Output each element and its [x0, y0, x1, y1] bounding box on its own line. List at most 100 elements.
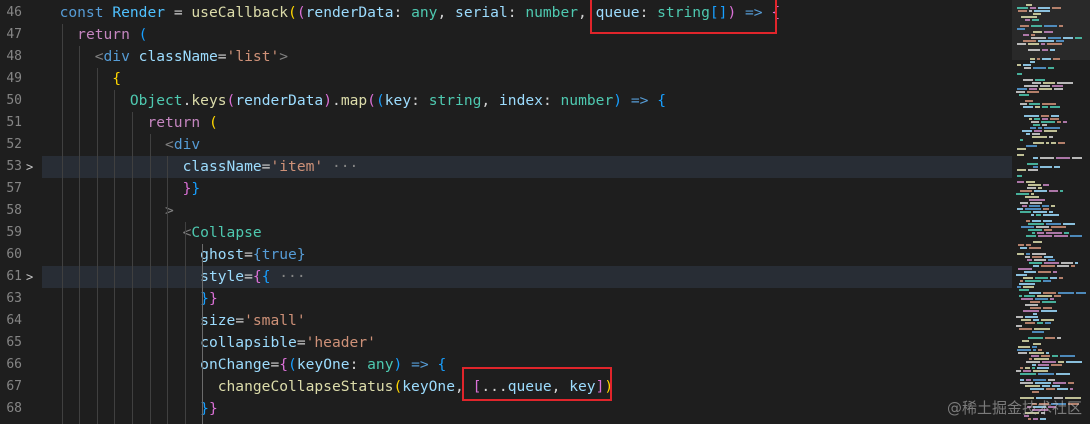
code-token: { — [437, 356, 447, 373]
code-area[interactable]: const Render = useCallback((renderData: … — [42, 0, 1012, 424]
minimap-line — [1032, 82, 1041, 84]
minimap-line — [1041, 121, 1055, 123]
minimap-line — [1072, 157, 1082, 159]
minimap-line — [1057, 337, 1061, 339]
line-number: 48 — [6, 49, 22, 64]
code-token: any — [411, 4, 438, 21]
minimap-line — [1046, 388, 1055, 390]
code-token: . — [332, 92, 341, 109]
minimap-line — [1020, 247, 1027, 249]
minimap-line — [1032, 391, 1039, 393]
minimap-line — [1063, 37, 1073, 39]
minimap-line — [1023, 79, 1033, 81]
minimap-line — [1070, 388, 1073, 390]
code-line[interactable]: return ( — [42, 24, 1012, 46]
code-line[interactable]: size='small' — [42, 310, 1012, 332]
minimap-line — [1057, 121, 1061, 123]
minimap-line — [1025, 280, 1041, 282]
minimap-line — [1032, 19, 1039, 21]
minimap-line — [1037, 58, 1040, 60]
line-number: 63 — [6, 291, 22, 306]
minimap-line — [1025, 256, 1030, 258]
minimap-line — [1059, 25, 1063, 27]
fold-chevron-icon[interactable]: > — [26, 266, 36, 288]
code-line[interactable]: }} — [42, 398, 1012, 420]
minimap-line — [1050, 106, 1060, 108]
code-line[interactable]: <Collapse — [42, 222, 1012, 244]
minimap-line — [1037, 232, 1044, 234]
code-token: true — [261, 246, 297, 263]
minimap-line — [1019, 328, 1032, 330]
code-line[interactable]: const Render = useCallback((renderData: … — [42, 2, 1012, 24]
indent-guide — [96, 68, 98, 424]
minimap-line — [1044, 256, 1053, 258]
watermark: @稀土掘金技术社区 — [946, 399, 1082, 417]
code-token: > — [279, 48, 289, 65]
code-line[interactable]: > — [42, 200, 1012, 222]
minimap-line — [1016, 274, 1027, 276]
minimap-line — [1054, 295, 1061, 297]
line-number: 60 — [6, 247, 22, 262]
minimap-line — [1025, 385, 1040, 387]
code-line[interactable]: return ( — [42, 112, 1012, 134]
code-line[interactable]: { — [42, 68, 1012, 90]
minimap-line — [1025, 196, 1039, 198]
code-token: renderData — [305, 4, 394, 21]
code-line[interactable]: Object.keys(renderData).map((key: string… — [42, 90, 1012, 112]
code-line[interactable]: ghost={true} — [42, 244, 1012, 266]
minimap-line — [1043, 220, 1052, 222]
minimap-line — [1042, 58, 1051, 60]
code-line[interactable]: style={{ ··· — [42, 266, 1012, 288]
code-token: ··· — [270, 268, 306, 285]
minimap-line — [1033, 31, 1042, 33]
code-line[interactable]: className='item' ··· — [42, 156, 1012, 178]
minimap-line — [1049, 190, 1058, 192]
minimap-line — [1020, 382, 1033, 384]
minimap-line — [1023, 310, 1039, 312]
minimap-line — [1034, 190, 1047, 192]
minimap-line — [1033, 379, 1046, 381]
minimap-line — [1051, 205, 1055, 207]
minimap-line — [1043, 208, 1049, 210]
minimap[interactable] — [1012, 0, 1090, 424]
minimap-line — [1034, 358, 1049, 360]
code-token: keyOne — [296, 356, 350, 373]
code-token: collapsible — [200, 334, 297, 351]
minimap-line — [1032, 256, 1042, 258]
minimap-line — [1060, 190, 1063, 192]
code-line[interactable]: <div className='list'> — [42, 46, 1012, 68]
code-line[interactable]: <div — [42, 134, 1012, 156]
code-token: => — [622, 92, 658, 109]
minimap-line — [1038, 349, 1042, 351]
code-token: ghost — [200, 246, 245, 263]
minimap-line — [1051, 115, 1059, 117]
minimap-line — [1025, 316, 1038, 318]
minimap-line — [1039, 88, 1052, 90]
code-token: div — [103, 48, 130, 65]
code-line[interactable]: collapsible='header' — [42, 332, 1012, 354]
minimap-slider[interactable] — [1012, 0, 1090, 60]
minimap-line — [1017, 7, 1028, 9]
minimap-line — [1048, 37, 1061, 39]
minimap-line — [1031, 214, 1034, 216]
fold-chevron-icon[interactable]: > — [26, 156, 36, 178]
code-editor[interactable]: 46 47 48 49 50 51 52 53 >57 58 59 60 61 >63 64 65 66 67 68… — [0, 0, 1090, 424]
minimap-line — [1058, 361, 1064, 363]
minimap-line — [1030, 202, 1042, 204]
minimap-line — [1030, 7, 1036, 9]
code-line[interactable]: }} — [42, 178, 1012, 200]
minimap-line — [1063, 121, 1067, 123]
code-line[interactable]: }} — [42, 288, 1012, 310]
minimap-line — [1038, 127, 1042, 129]
indent-guide — [114, 90, 116, 424]
code-token: keyOne — [402, 378, 455, 395]
minimap-line — [1020, 379, 1024, 381]
minimap-line — [1034, 10, 1050, 12]
minimap-line — [1022, 205, 1027, 207]
